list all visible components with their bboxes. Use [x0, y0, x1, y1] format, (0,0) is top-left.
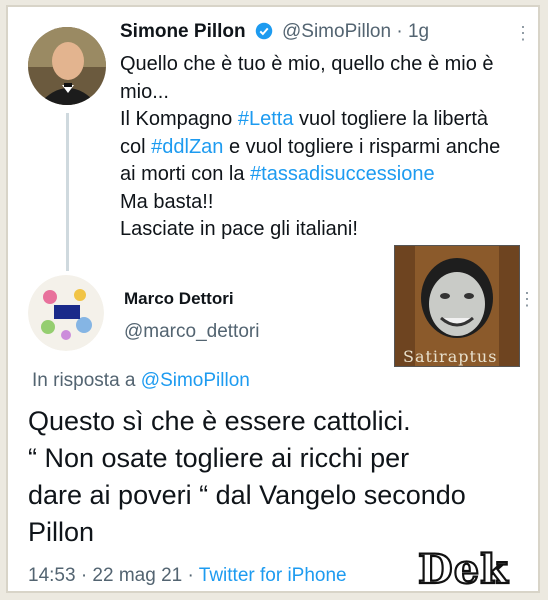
tweet-line: Lasciate in pace gli italiani!	[120, 218, 358, 240]
reply-avatar[interactable]	[28, 275, 104, 351]
more-options-icon[interactable]: ⋮	[514, 23, 532, 44]
tweet-line: ai morti con la #tassadisuccessione	[120, 163, 435, 185]
tweet-line: Il Kompagno #Letta vuol togliere la libe…	[120, 108, 489, 130]
source-link[interactable]: Twitter for iPhone	[199, 565, 347, 586]
in-reply-to: In risposta a @SimoPillon	[32, 370, 250, 392]
thread-connector	[66, 113, 69, 271]
tweet-line: Ma basta!!	[120, 190, 214, 213]
screenshot-frame: Simone Pillon @SimoPillon · 1g ⋮ Quello …	[6, 5, 540, 593]
tweet-time: 1g	[407, 21, 430, 42]
tweet-line: mio...	[120, 80, 169, 103]
svg-text:Dek: Dek	[418, 546, 509, 593]
dek-watermark-logo: Dek	[414, 541, 514, 593]
reply-text: Questo sì che è essere cattolici. “ Non …	[28, 403, 538, 551]
hashtag-link[interactable]: #Letta	[238, 108, 294, 130]
tweet-line: col #ddlZan e vuol togliere i risparmi a…	[120, 135, 501, 158]
reply-more-options-icon[interactable]: ⋮	[518, 289, 536, 310]
author-handle: @SimoPillon	[282, 21, 392, 42]
timestamp[interactable]: 14:53 · 22 mag 21 ·	[28, 565, 199, 586]
tweet-media-image[interactable]: Satiraptus	[394, 245, 520, 367]
reply-timestamp-meta: 14:53 · 22 mag 21 · Twitter for iPhone	[28, 565, 347, 587]
verified-icon	[255, 22, 273, 40]
reply-line: Questo sì che è essere cattolici.	[28, 406, 411, 436]
hashtag-link[interactable]: #ddlZan	[151, 136, 223, 158]
author-handle-meta[interactable]: @SimoPillon · 1g	[282, 21, 429, 43]
author-name[interactable]: Simone Pillon	[120, 21, 273, 43]
reply-author-handle[interactable]: @marco_dettori	[124, 321, 259, 343]
media-watermark: Satiraptus	[403, 347, 498, 366]
author-name-text: Simone Pillon	[120, 21, 246, 42]
avatar[interactable]	[28, 27, 106, 105]
reply-author-name[interactable]: Marco Dettori	[124, 289, 234, 309]
in-reply-to-label: In risposta a	[32, 370, 141, 391]
tweet-text: Quello che è tuo è mio, quello che è mio…	[120, 51, 530, 244]
tweet-line: Quello che è tuo è mio, quello che è mio…	[120, 53, 494, 75]
meta-separator: ·	[396, 21, 408, 42]
reply-line: “ Non osate togliere ai ricchi per	[28, 443, 410, 473]
hashtag-link[interactable]: #tassadisuccessione	[250, 163, 435, 185]
mention-link[interactable]: @SimoPillon	[141, 370, 250, 391]
reply-line: dare ai poveri “ dal Vangelo secondo	[28, 480, 466, 510]
